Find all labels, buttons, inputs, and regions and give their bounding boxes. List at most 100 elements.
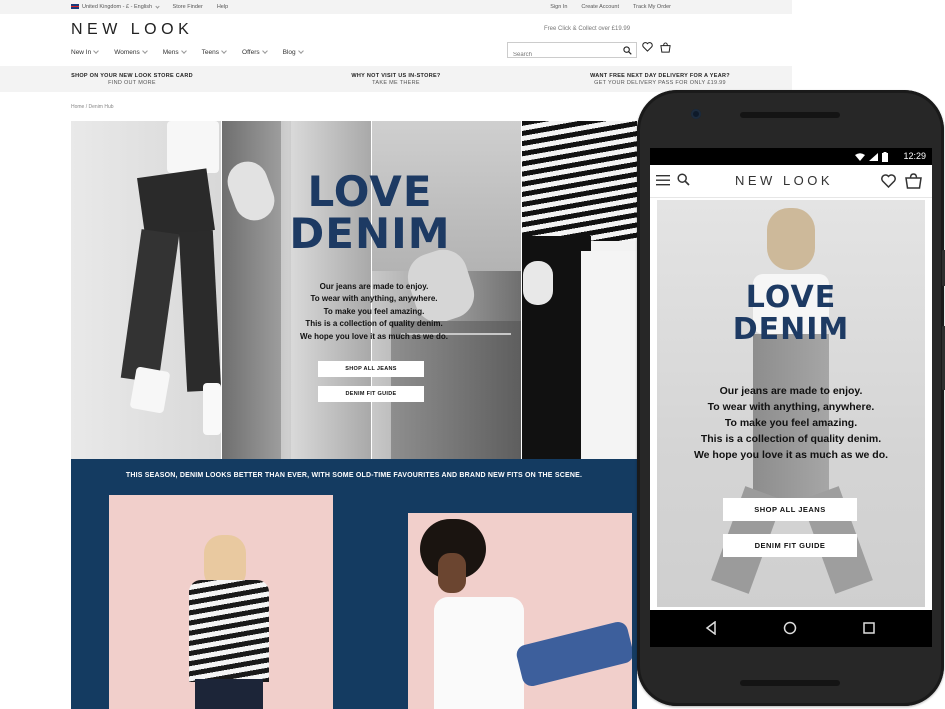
chevron-down-icon: [93, 48, 100, 54]
mobile-copy-line: To wear with anything, anywhere.: [707, 401, 875, 413]
denim-section: THIS SEASON, DENIM LOOKS BETTER THAN EVE…: [71, 459, 637, 709]
heart-icon[interactable]: [642, 42, 653, 52]
chevron-down-icon: [154, 4, 160, 9]
site-logo[interactable]: NEW LOOK: [71, 21, 193, 39]
shop-all-jeans-button[interactable]: SHOP ALL JEANS: [318, 361, 424, 377]
mobile-title-line2: DENIM: [732, 312, 850, 347]
battery-icon: [882, 152, 888, 162]
help-link[interactable]: Help: [217, 4, 228, 10]
locale-label: United Kingdom - £ - English: [82, 4, 153, 10]
main-nav: New In Womens Mens Teens Offers Blog: [71, 48, 304, 56]
mobile-copy-line: Our jeans are made to enjoy.: [719, 385, 863, 397]
breadcrumb-current: Denim Hub: [88, 104, 114, 110]
breadcrumb-separator: /: [85, 104, 88, 110]
nav-label: Blog: [282, 49, 296, 56]
hero-title-line2: DENIM: [289, 209, 451, 258]
usp-link[interactable]: TAKE ME THERE: [264, 80, 528, 86]
usp-bar: SHOP ON YOUR NEW LOOK STORE CARD FIND OUT…: [0, 66, 792, 92]
mobile-shop-all-jeans-button[interactable]: SHOP ALL JEANS: [723, 498, 857, 521]
status-time: 12:29: [903, 151, 926, 161]
model-hair: [767, 208, 815, 270]
breadcrumb-home[interactable]: Home: [71, 104, 84, 110]
uk-flag-icon: [71, 4, 79, 10]
hero-copy-line: To wear with anything, anywhere.: [310, 294, 438, 304]
recents-icon[interactable]: [862, 621, 876, 635]
hero-copy-line: Our jeans are made to enjoy.: [319, 282, 429, 291]
nav-label: Teens: [201, 49, 220, 56]
store-finder-link[interactable]: Store Finder: [173, 4, 203, 10]
search-box: [507, 42, 637, 62]
usp-store-card[interactable]: SHOP ON YOUR NEW LOOK STORE CARD FIND OUT…: [0, 66, 264, 92]
heart-icon[interactable]: [881, 174, 896, 188]
locale-selector[interactable]: United Kingdom - £ - English: [71, 4, 160, 10]
mobile-title-line1: LOVE: [745, 280, 837, 315]
mobile-hero: LOVE DENIM Our jeans are made to enjoy. …: [657, 200, 925, 607]
nav-item-new-in[interactable]: New In: [71, 48, 100, 56]
mobile-hero-copy: Our jeans are made to enjoy. To wear wit…: [657, 383, 925, 463]
nav-label: Offers: [242, 49, 260, 56]
hero-copy-line: This is a collection of quality denim.: [305, 319, 443, 329]
hero-content: LOVE DENIM Our jeans are made to enjoy. …: [71, 121, 637, 459]
usp-title: WHY NOT VISIT US IN-STORE?: [351, 73, 441, 79]
nav-item-blog[interactable]: Blog: [282, 48, 304, 56]
nav-item-womens[interactable]: Womens: [114, 48, 148, 56]
camera-icon: [691, 109, 701, 119]
jeans: [195, 679, 263, 709]
usp-delivery-pass[interactable]: WANT FREE NEXT DAY DELIVERY FOR A YEAR? G…: [528, 66, 792, 92]
wifi-icon: [855, 153, 865, 161]
mobile-logo[interactable]: NEW LOOK: [735, 173, 833, 188]
usp-title: WANT FREE NEXT DAY DELIVERY FOR A YEAR?: [590, 73, 730, 79]
phone-screen: 12:29 NEW LOOK LOVE DENIM Our jeans are …: [650, 148, 932, 647]
mobile-copy-line: This is a collection of quality denim.: [700, 433, 882, 445]
usp-in-store[interactable]: WHY NOT VISIT US IN-STORE? TAKE ME THERE: [264, 66, 528, 92]
jeans: [514, 619, 632, 689]
nav-label: Womens: [114, 49, 140, 56]
hero-copy: Our jeans are made to enjoy. To wear wit…: [279, 281, 469, 343]
breadcrumb: Home / Denim Hub: [71, 104, 114, 110]
menu-icon[interactable]: [656, 174, 670, 186]
usp-title: SHOP ON YOUR NEW LOOK STORE CARD: [71, 73, 193, 79]
white-tee: [434, 597, 524, 709]
promo-note: Free Click & Collect over £19.99: [544, 26, 631, 32]
sign-in-link[interactable]: Sign In: [550, 4, 567, 10]
utility-bar: United Kingdom - £ - English Store Finde…: [0, 0, 792, 14]
model-face: [438, 553, 466, 593]
signal-icon: [869, 153, 878, 161]
search-icon[interactable]: [623, 46, 632, 55]
chevron-down-icon: [297, 48, 304, 54]
hero-copy-line: To make you feel amazing.: [323, 306, 425, 316]
hero-copy-line: We hope you love it as much as we do.: [300, 331, 448, 341]
product-card-striped-top[interactable]: [109, 495, 333, 709]
nav-item-offers[interactable]: Offers: [242, 48, 268, 56]
usp-link[interactable]: FIND OUT MORE: [0, 80, 264, 86]
bag-icon[interactable]: [660, 42, 671, 53]
speaker-bottom: [740, 680, 840, 686]
bag-icon[interactable]: [905, 173, 922, 189]
denim-fit-guide-button[interactable]: DENIM FIT GUIDE: [318, 386, 424, 402]
section-headline: THIS SEASON, DENIM LOOKS BETTER THAN EVE…: [125, 472, 583, 479]
nav-item-teens[interactable]: Teens: [201, 48, 227, 56]
usp-link[interactable]: GET YOUR DELIVERY PASS FOR ONLY £19.99: [528, 80, 792, 86]
search-icon[interactable]: [677, 173, 690, 186]
status-bar: 12:29: [650, 148, 932, 165]
phone-mockup: 12:29 NEW LOOK LOVE DENIM Our jeans are …: [637, 90, 945, 706]
create-account-link[interactable]: Create Account: [581, 4, 619, 10]
striped-top: [189, 580, 269, 682]
chevron-down-icon: [261, 48, 268, 54]
mobile-hero-title: LOVE DENIM: [657, 282, 925, 346]
mobile-copy-line: To make you feel amazing.: [724, 417, 858, 429]
search-input[interactable]: [508, 48, 613, 62]
track-order-link[interactable]: Track My Order: [633, 4, 671, 10]
android-nav-bar: [650, 610, 932, 647]
chevron-down-icon: [141, 48, 148, 54]
mobile-copy-line: We hope you love it as much as we do.: [693, 449, 889, 461]
home-icon[interactable]: [783, 621, 797, 635]
product-card-white-tee[interactable]: [408, 513, 632, 709]
nav-label: Mens: [162, 49, 179, 56]
mobile-denim-fit-guide-button[interactable]: DENIM FIT GUIDE: [723, 534, 857, 557]
chevron-down-icon: [221, 48, 227, 54]
speaker-top: [740, 112, 840, 118]
back-icon[interactable]: [704, 621, 718, 635]
chevron-down-icon: [180, 48, 187, 54]
nav-item-mens[interactable]: Mens: [162, 48, 187, 56]
